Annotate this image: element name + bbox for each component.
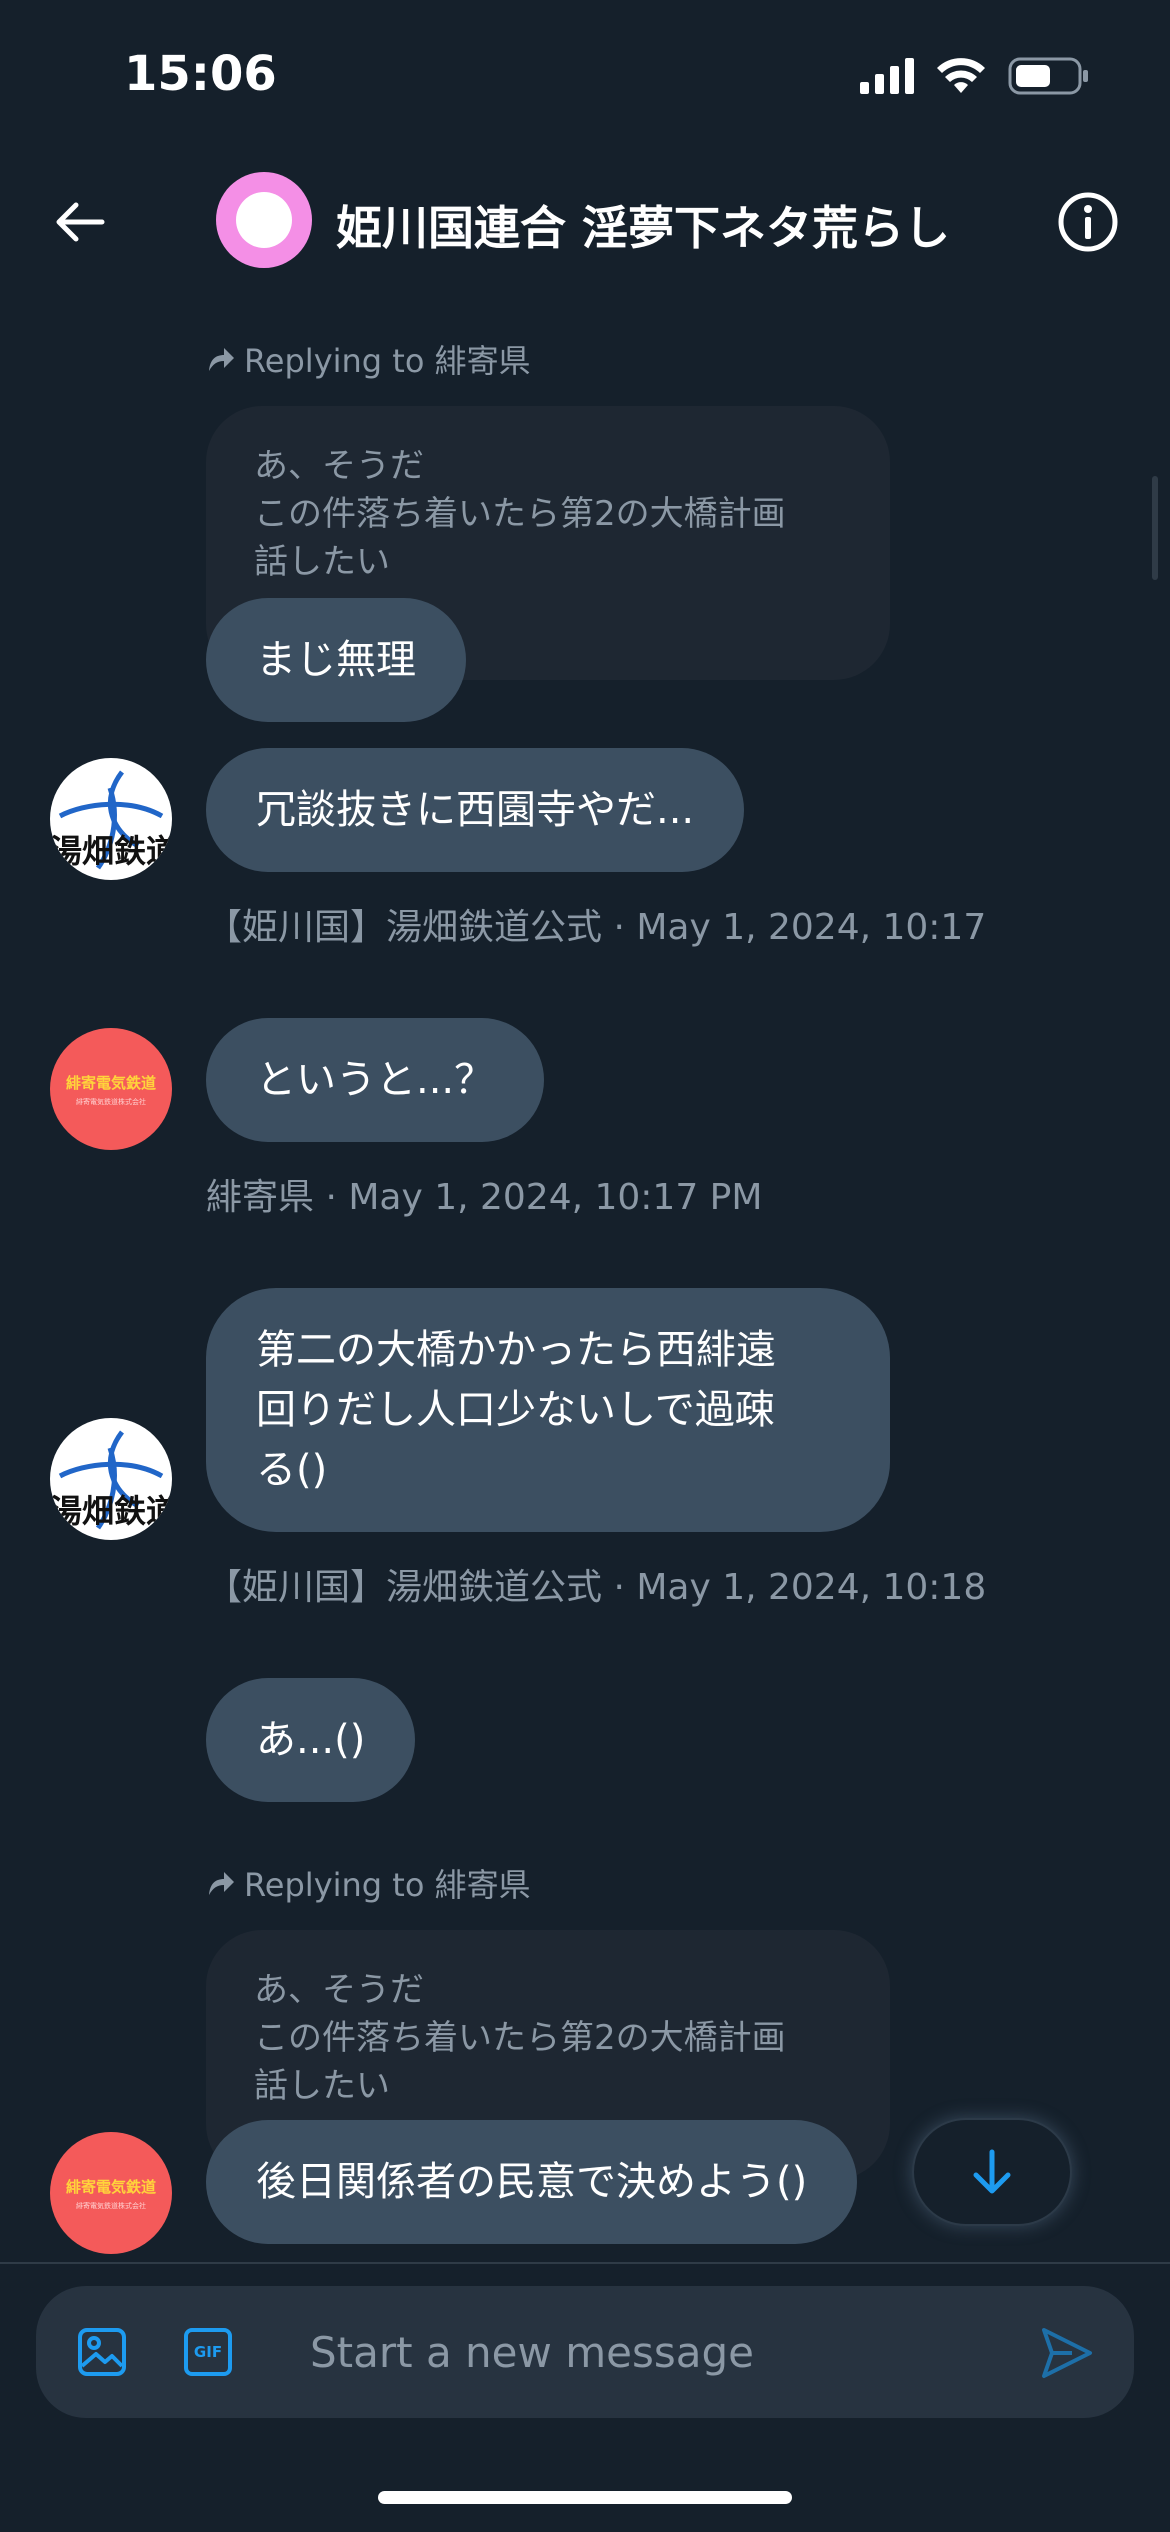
divider bbox=[0, 2262, 1170, 2264]
quoted-line: 話したい bbox=[254, 2066, 390, 2106]
info-button[interactable] bbox=[1054, 188, 1122, 256]
arrow-down-icon bbox=[973, 2149, 1011, 2194]
message-bubble[interactable]: 後日関係者の民意で決めよう() bbox=[206, 2120, 858, 2244]
arrow-left-icon bbox=[56, 202, 105, 242]
battery-icon bbox=[1008, 57, 1088, 95]
avatar[interactable]: 湯畑鉄道 bbox=[50, 758, 172, 880]
send-button[interactable] bbox=[1038, 2324, 1096, 2382]
message-meta: 緋寄県 · May 1, 2024, 10:17 PM bbox=[206, 1177, 763, 1218]
back-button[interactable] bbox=[48, 190, 112, 254]
message-line: る() bbox=[256, 1447, 328, 1493]
message-line: 第二の大橋かかったら西緋遠 bbox=[256, 1327, 776, 1373]
avatar-text: 緋寄電気鉄道 bbox=[65, 2177, 156, 2196]
reply-arrow-icon bbox=[209, 1872, 234, 1895]
conversation-header: 姫川国連合 淫夢下ネタ荒らし bbox=[0, 150, 1170, 290]
message-input[interactable] bbox=[310, 2316, 1010, 2388]
quoted-line: あ、そうだ bbox=[254, 446, 424, 486]
message-bubble[interactable]: まじ無理 bbox=[206, 598, 466, 722]
message-line: 回りだし人口少ないしで過疎 bbox=[256, 1387, 775, 1433]
cellular-signal-icon bbox=[860, 58, 914, 94]
info-icon bbox=[1058, 192, 1118, 252]
message-meta: 【姫川国】湯畑鉄道公式 · May 1, 2024, 10:17 PM bbox=[206, 907, 986, 948]
avatar[interactable]: 緋寄電気鉄道 緋寄電気鉄道株式会社 bbox=[50, 1028, 172, 1150]
home-indicator[interactable] bbox=[378, 2491, 792, 2504]
message-bubble[interactable]: あ...() bbox=[206, 1678, 416, 1802]
wifi-icon bbox=[937, 58, 985, 93]
status-time: 15:06 bbox=[124, 46, 277, 102]
quoted-line: この件落ち着いたら第2の大橋計画 bbox=[254, 494, 786, 534]
message-composer: GIF bbox=[36, 2286, 1134, 2418]
avatar-subtext: 緋寄電気鉄道株式会社 bbox=[76, 1097, 146, 1106]
reply-arrow-icon bbox=[209, 348, 234, 371]
status-bar: 15:06 bbox=[0, 0, 1170, 150]
gif-icon: GIF bbox=[193, 2343, 223, 2361]
status-icons bbox=[860, 56, 1090, 96]
avatar-text: 湯畑鉄道 bbox=[50, 1492, 172, 1530]
avatar[interactable]: 湯畑鉄道 bbox=[50, 1418, 172, 1540]
avatar[interactable]: 緋寄電気鉄道 緋寄電気鉄道株式会社 bbox=[50, 2132, 172, 2254]
reply-label: Replying to 緋寄県 bbox=[206, 1860, 531, 1906]
scroll-to-bottom-button[interactable] bbox=[912, 2118, 1072, 2226]
reply-label: Replying to 緋寄県 bbox=[206, 336, 531, 382]
message-meta: 【姫川国】湯畑鉄道公式 · May 1, 2024, 10:18 PM bbox=[206, 1567, 986, 1608]
scrollbar[interactable] bbox=[1152, 476, 1158, 580]
quoted-line: この件落ち着いたら第2の大橋計画 bbox=[254, 2018, 786, 2058]
avatar-text: 緋寄電気鉄道 bbox=[65, 1073, 156, 1092]
message-bubble[interactable]: というと...？ bbox=[206, 1018, 545, 1142]
conversation-title[interactable]: 姫川国連合 淫夢下ネタ荒らし bbox=[336, 192, 950, 258]
message-bubble[interactable]: 冗談抜きに西園寺やだ... bbox=[206, 748, 745, 872]
avatar-subtext: 緋寄電気鉄道株式会社 bbox=[76, 2201, 146, 2210]
group-avatar[interactable] bbox=[216, 172, 312, 268]
message-bubble[interactable]: 第二の大橋かかったら西緋遠 回りだし人口少ないしで過疎 る() bbox=[206, 1288, 890, 1532]
avatar-text: 湯畑鉄道 bbox=[50, 832, 172, 870]
quoted-line: 話したい bbox=[254, 542, 390, 582]
quoted-line: あ、そうだ bbox=[254, 1970, 424, 2010]
image-icon bbox=[78, 2328, 126, 2376]
attach-image-button[interactable] bbox=[76, 2326, 128, 2378]
send-icon bbox=[1042, 2328, 1092, 2378]
gif-button[interactable]: GIF bbox=[184, 2328, 232, 2376]
